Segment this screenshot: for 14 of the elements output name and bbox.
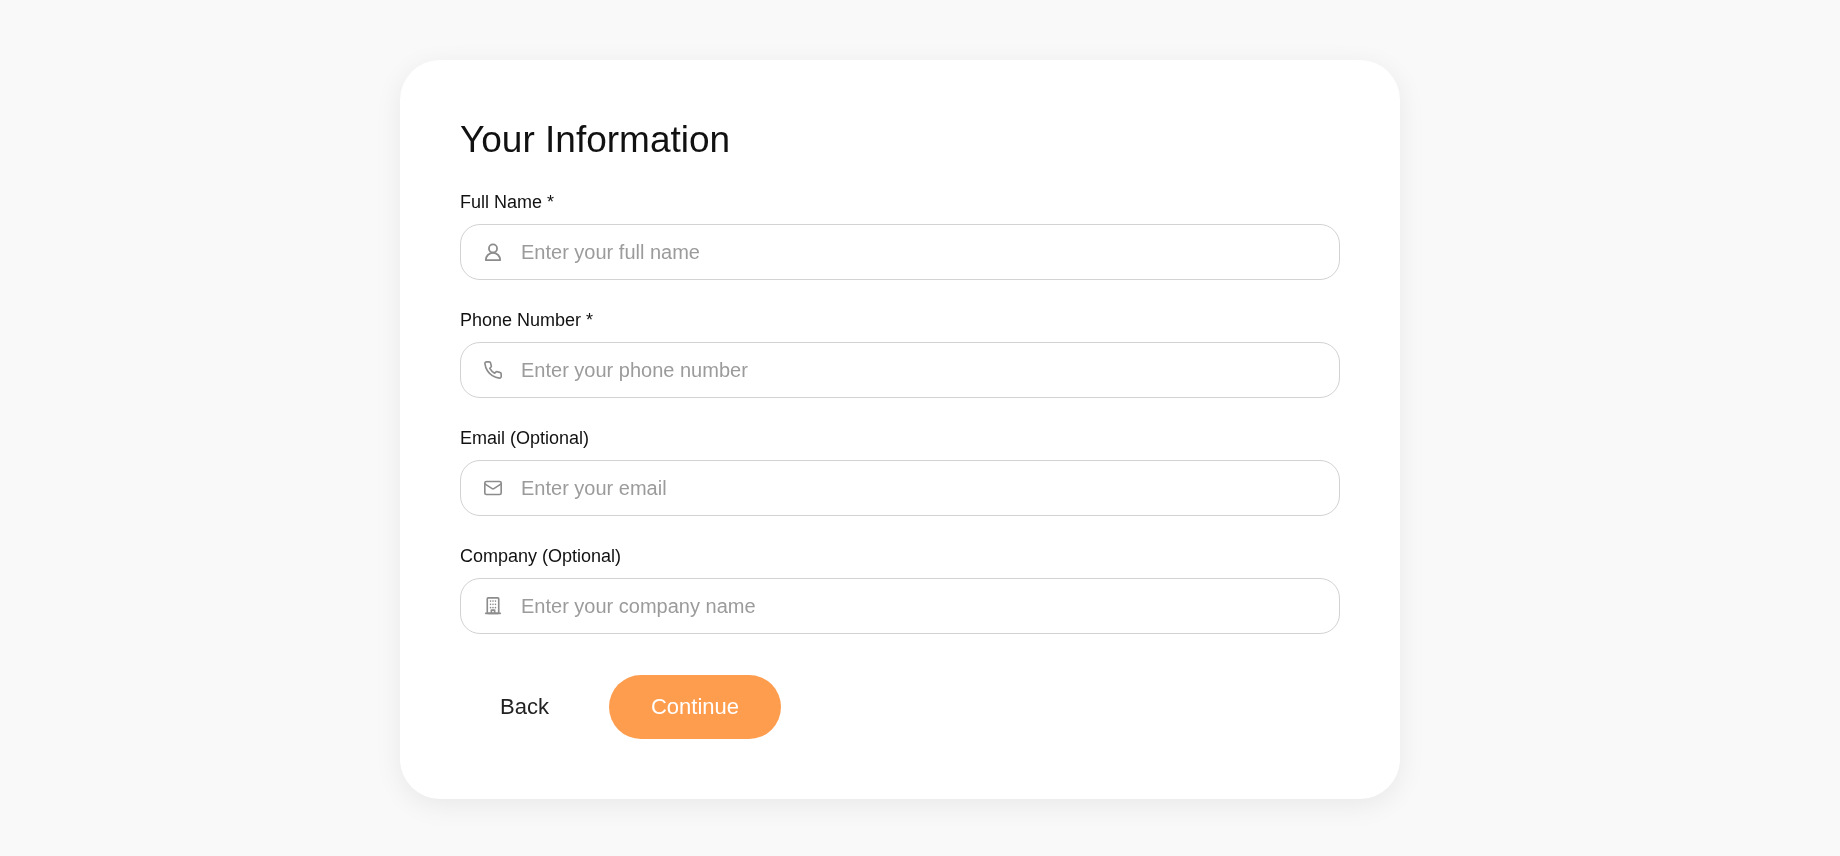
form-title: Your Information bbox=[460, 118, 731, 162]
field-label: Phone Number * bbox=[460, 309, 594, 331]
field-label: Company (Optional) bbox=[460, 545, 622, 567]
input-field[interactable]: Enter your email bbox=[460, 460, 1340, 516]
back-button[interactable]: Back bbox=[460, 675, 589, 739]
person-icon bbox=[484, 243, 502, 261]
phone-icon bbox=[484, 361, 502, 379]
field-label: Email (Optional) bbox=[460, 427, 590, 449]
input-field[interactable]: Enter your phone number bbox=[460, 342, 1340, 398]
input-field[interactable]: Enter your company name bbox=[460, 578, 1340, 634]
field-label: Full Name * bbox=[460, 191, 555, 213]
building-icon bbox=[484, 597, 502, 615]
input-field[interactable]: Enter your full name bbox=[460, 224, 1340, 280]
envelope-icon bbox=[484, 479, 502, 497]
